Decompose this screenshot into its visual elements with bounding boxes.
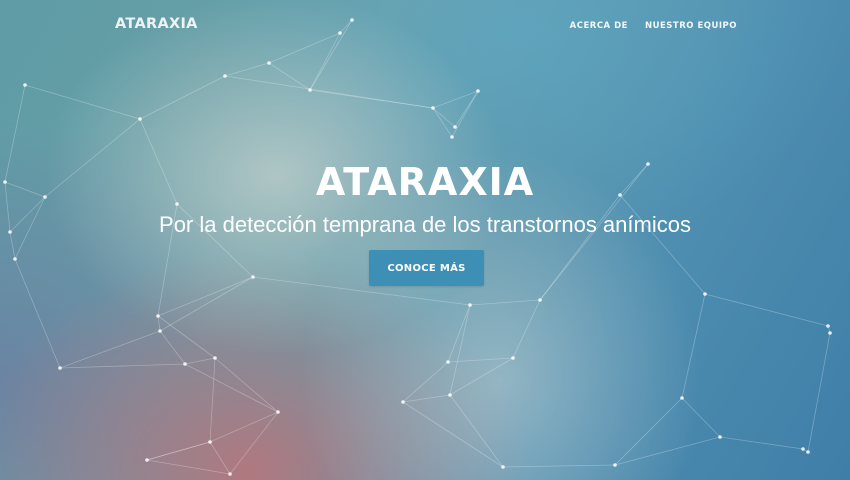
network-line bbox=[224, 62, 270, 77]
network-node bbox=[267, 61, 271, 65]
network-line bbox=[614, 436, 721, 466]
network-node bbox=[450, 135, 454, 139]
network-line bbox=[469, 299, 541, 306]
network-node bbox=[613, 463, 617, 467]
particle-network-background bbox=[3, 18, 832, 476]
network-line bbox=[157, 276, 254, 317]
network-node bbox=[138, 117, 142, 121]
network-node bbox=[156, 314, 160, 318]
network-line bbox=[229, 411, 279, 475]
network-line bbox=[432, 107, 453, 138]
network-node bbox=[276, 410, 280, 414]
network-node bbox=[446, 360, 450, 364]
top-navigation: ACERCA DE NUESTRO EQUIPO bbox=[570, 21, 737, 31]
network-line bbox=[704, 293, 829, 327]
network-line bbox=[157, 315, 161, 332]
network-line bbox=[449, 357, 514, 396]
network-node bbox=[448, 393, 452, 397]
network-node bbox=[228, 472, 232, 476]
network-line bbox=[512, 299, 541, 359]
network-line bbox=[402, 401, 504, 468]
network-node bbox=[826, 324, 830, 328]
network-node bbox=[338, 31, 342, 35]
network-node bbox=[251, 275, 255, 279]
network-line bbox=[719, 436, 804, 450]
network-line bbox=[159, 330, 186, 365]
network-line bbox=[159, 276, 254, 332]
network-node bbox=[23, 83, 27, 87]
hero-subtitle: Por la detección temprana de los transto… bbox=[159, 212, 691, 237]
network-line bbox=[614, 397, 683, 466]
network-node bbox=[476, 89, 480, 93]
network-node bbox=[431, 106, 435, 110]
network-node bbox=[680, 396, 684, 400]
network-node bbox=[538, 298, 542, 302]
network-line bbox=[59, 330, 161, 369]
conoce-mas-button[interactable]: CONOCE MÁS bbox=[369, 250, 484, 286]
network-line bbox=[339, 19, 353, 34]
network-node bbox=[13, 257, 17, 261]
network-line bbox=[502, 464, 616, 468]
network-node bbox=[468, 303, 472, 307]
network-line bbox=[59, 363, 186, 369]
network-node bbox=[213, 356, 217, 360]
network-node bbox=[453, 125, 457, 129]
network-node bbox=[145, 458, 149, 462]
network-line bbox=[807, 332, 831, 453]
network-line bbox=[209, 357, 216, 443]
network-node bbox=[828, 331, 832, 335]
network-line bbox=[209, 441, 231, 475]
nav-link-acerca-de[interactable]: ACERCA DE bbox=[570, 21, 628, 31]
network-node bbox=[703, 292, 707, 296]
network-node bbox=[208, 440, 212, 444]
hero-title: ATARAXIA bbox=[315, 160, 535, 204]
network-line bbox=[157, 315, 216, 359]
network-line bbox=[184, 363, 279, 413]
network-line bbox=[449, 394, 504, 468]
network-node bbox=[511, 356, 515, 360]
network-line bbox=[214, 357, 279, 413]
network-line bbox=[309, 89, 434, 109]
nav-link-nuestro-equipo[interactable]: NUESTRO EQUIPO bbox=[645, 21, 737, 31]
network-line bbox=[146, 459, 231, 475]
network-line bbox=[209, 411, 279, 443]
network-node bbox=[801, 447, 805, 451]
network-node bbox=[401, 400, 405, 404]
network-node bbox=[806, 450, 810, 454]
network-line bbox=[451, 90, 479, 138]
network-node bbox=[718, 435, 722, 439]
brand-logo-link[interactable]: ATARAXIA bbox=[115, 16, 198, 32]
network-line bbox=[139, 75, 226, 120]
network-line bbox=[619, 194, 706, 295]
network-node bbox=[308, 88, 312, 92]
network-line bbox=[24, 84, 141, 120]
network-line bbox=[681, 293, 706, 399]
network-line bbox=[14, 258, 61, 369]
network-line bbox=[681, 397, 721, 438]
network-line bbox=[432, 90, 479, 109]
network-line bbox=[309, 32, 341, 91]
network-node bbox=[158, 329, 162, 333]
network-node bbox=[501, 465, 505, 469]
network-node bbox=[350, 18, 354, 22]
network-node bbox=[58, 366, 62, 370]
network-line bbox=[309, 19, 353, 91]
network-line bbox=[146, 441, 211, 461]
network-node bbox=[223, 74, 227, 78]
network-node bbox=[183, 362, 187, 366]
network-line bbox=[184, 357, 216, 365]
